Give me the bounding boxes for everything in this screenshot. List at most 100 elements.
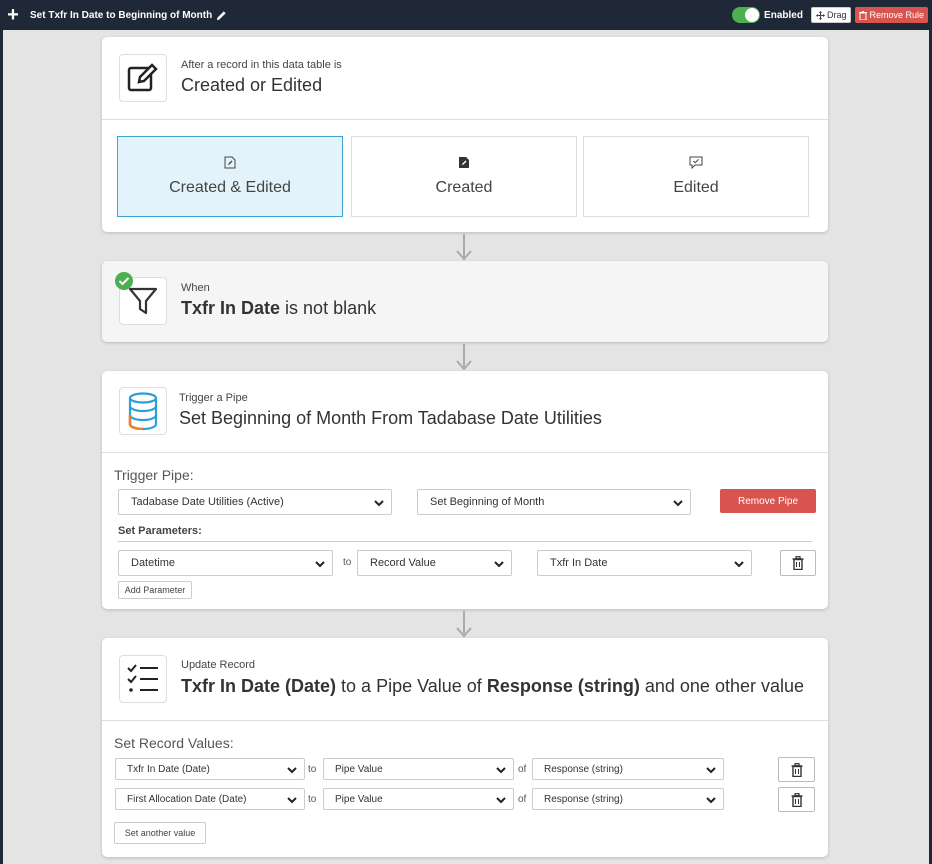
add-parameter-button[interactable]: Add Parameter xyxy=(118,581,192,599)
option-edited[interactable]: Edited xyxy=(583,136,809,217)
flow-arrow-icon xyxy=(456,234,472,261)
divider xyxy=(102,119,828,120)
param-name-select[interactable]: Datetime xyxy=(118,550,333,576)
condition-field: Txfr In Date xyxy=(181,298,281,318)
pipe-value-select[interactable]: Response (string) xyxy=(532,758,724,780)
move-icon xyxy=(815,10,825,20)
pipe-select-value: Tadabase Date Utilities (Active) xyxy=(131,496,284,508)
remove-rule-button[interactable]: Remove Rule xyxy=(855,7,928,23)
param-source-select[interactable]: Record Value xyxy=(357,550,512,576)
divider xyxy=(118,541,812,542)
left-border xyxy=(0,30,3,864)
pipe-card: Trigger a Pipe Set Beginning of Month Fr… xyxy=(102,371,828,609)
pipe-function-value: Set Beginning of Month xyxy=(430,496,545,508)
chevron-down-icon xyxy=(494,561,504,568)
remove-rule-label: Remove Rule xyxy=(869,10,924,20)
value-source-value: Pipe Value xyxy=(335,793,383,805)
pipe-big-label: Set Beginning of Month From Tadabase Dat… xyxy=(179,408,602,428)
record-field-value: First Allocation Date (Date) xyxy=(127,793,247,805)
remove-pipe-button[interactable]: Remove Pipe xyxy=(720,489,816,513)
pipe-small-label: Trigger a Pipe xyxy=(179,392,248,404)
chevron-down-icon xyxy=(673,500,683,507)
delete-value-button[interactable] xyxy=(778,787,815,812)
of-label: of xyxy=(518,764,527,775)
drag-label: Drag xyxy=(826,10,847,20)
option-label: Edited xyxy=(673,179,719,196)
set-parameters-label: Set Parameters: xyxy=(118,525,202,537)
option-label: Created xyxy=(435,179,493,196)
trigger-big-label: Created or Edited xyxy=(181,75,323,95)
trash-icon xyxy=(791,792,802,807)
condition-operator: is not blank xyxy=(285,298,377,318)
delete-value-button[interactable] xyxy=(778,757,815,782)
divider xyxy=(102,452,828,453)
chevron-down-icon xyxy=(734,561,744,568)
trash-icon xyxy=(859,10,868,20)
update-small-label: Update Record xyxy=(181,659,255,671)
value-source-select[interactable]: Pipe Value xyxy=(323,788,514,810)
set-another-value-button[interactable]: Set another value xyxy=(114,822,206,844)
trigger-card: After a record in this data table is Cre… xyxy=(102,37,828,232)
record-field-select[interactable]: First Allocation Date (Date) xyxy=(115,788,305,810)
pipe-function-select[interactable]: Set Beginning of Month xyxy=(417,489,691,515)
option-created-edited[interactable]: Created & Edited xyxy=(117,136,343,217)
update-summary: Txfr In Date (Date) to a Pipe Value of R… xyxy=(181,676,804,697)
pipe-value-select[interactable]: Response (string) xyxy=(532,788,724,810)
trash-icon xyxy=(792,556,804,570)
chevron-down-icon xyxy=(496,767,506,774)
expand-icon[interactable]: + xyxy=(0,0,26,30)
param-name-value: Datetime xyxy=(131,557,176,569)
rule-title-text: Set Txfr In Date to Beginning of Month xyxy=(30,9,213,21)
option-label: Created & Edited xyxy=(169,179,291,196)
param-source-value: Record Value xyxy=(370,557,436,569)
update-tail-text: and one other value xyxy=(644,676,805,696)
chevron-down-icon xyxy=(706,797,716,804)
edit-icon xyxy=(119,54,167,102)
param-field-select[interactable]: Txfr In Date xyxy=(537,550,752,576)
to-label: to xyxy=(343,557,352,568)
pipe-select[interactable]: Tadabase Date Utilities (Active) xyxy=(118,489,392,515)
value-source-value: Pipe Value xyxy=(335,763,383,775)
record-field-select[interactable]: Txfr In Date (Date) xyxy=(115,758,305,780)
drag-button[interactable]: Drag xyxy=(810,7,852,23)
divider xyxy=(102,720,828,721)
trash-icon xyxy=(791,762,802,777)
comment-check-icon xyxy=(689,156,703,169)
trigger-pipe-label: Trigger Pipe: xyxy=(114,467,194,483)
to-label: to xyxy=(308,764,317,775)
set-record-values-label: Set Record Values: xyxy=(114,735,234,751)
update-field: Txfr In Date (Date) xyxy=(181,676,337,696)
pencil-icon[interactable] xyxy=(216,10,227,21)
to-label: to xyxy=(308,794,317,805)
enabled-toggle[interactable] xyxy=(732,7,761,23)
file-edit-icon xyxy=(224,156,236,169)
checklist-icon xyxy=(119,655,167,703)
flow-arrow-icon xyxy=(456,344,472,371)
condition-small-label: When xyxy=(181,282,210,294)
trigger-small-label: After a record in this data table is xyxy=(181,59,342,71)
chevron-down-icon xyxy=(374,500,384,507)
update-value: Response (string) xyxy=(486,676,640,696)
condition-summary: Txfr In Date is not blank xyxy=(181,298,376,319)
file-icon xyxy=(459,157,469,168)
of-label: of xyxy=(518,794,527,805)
enabled-label: Enabled xyxy=(764,9,803,21)
database-icon xyxy=(119,387,167,435)
chevron-down-icon xyxy=(315,561,325,568)
chevron-down-icon xyxy=(287,797,297,804)
pipe-value-value: Response (string) xyxy=(544,763,623,775)
chevron-down-icon xyxy=(287,767,297,774)
option-created[interactable]: Created xyxy=(351,136,577,217)
flow-arrow-icon xyxy=(456,611,472,638)
value-source-select[interactable]: Pipe Value xyxy=(323,758,514,780)
update-mid-text: to a Pipe Value of xyxy=(341,676,482,696)
delete-parameter-button[interactable] xyxy=(780,550,816,576)
pipe-value-value: Response (string) xyxy=(544,793,623,805)
chevron-down-icon xyxy=(706,767,716,774)
check-circle-icon xyxy=(115,272,133,290)
record-field-value: Txfr In Date (Date) xyxy=(127,763,210,775)
rule-header-bar: + Set Txfr In Date to Beginning of Month… xyxy=(0,0,932,30)
rule-title[interactable]: Set Txfr In Date to Beginning of Month xyxy=(30,10,227,21)
param-field-value: Txfr In Date xyxy=(550,557,608,569)
chevron-down-icon xyxy=(496,797,506,804)
